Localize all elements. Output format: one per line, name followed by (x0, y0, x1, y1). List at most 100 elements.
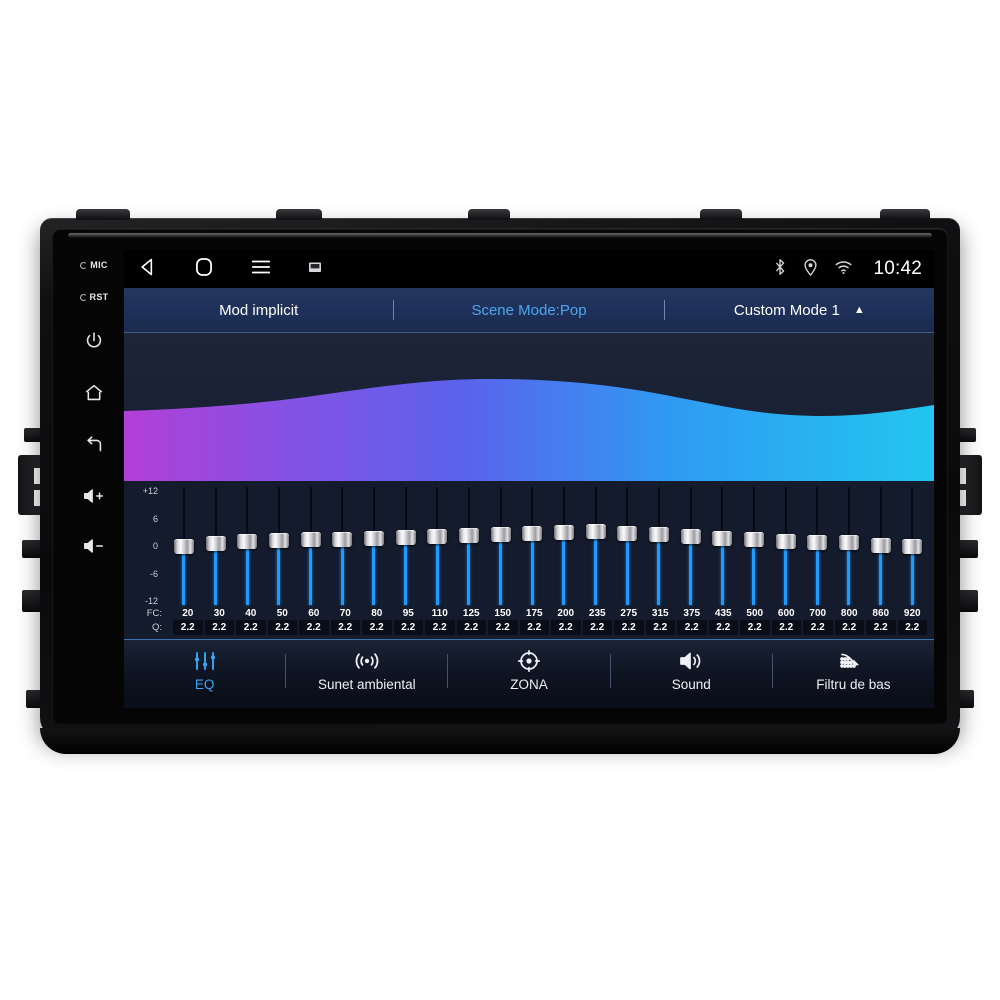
eq-band[interactable] (200, 487, 232, 605)
eq-slider[interactable] (516, 487, 548, 605)
eq-slider[interactable] (706, 487, 738, 605)
slider-knob[interactable] (490, 527, 511, 543)
eq-slider[interactable] (358, 487, 390, 605)
eq-slider[interactable] (326, 487, 358, 605)
tab-default-mode[interactable]: Mod implicit (124, 302, 393, 319)
eq-slider[interactable] (643, 487, 675, 605)
eq-band[interactable] (706, 487, 738, 605)
slider-knob[interactable] (553, 524, 574, 540)
back-button[interactable] (83, 434, 105, 456)
eq-band[interactable] (295, 487, 327, 605)
eq-band[interactable] (548, 487, 580, 605)
q-value[interactable]: 2.2 (866, 620, 896, 635)
q-value[interactable]: 2.2 (299, 620, 329, 635)
nav-tab-filtru-de-bas[interactable]: Filtru de bas (773, 650, 934, 692)
eq-band[interactable] (738, 487, 770, 605)
tab-scene-mode[interactable]: Scene Mode:Pop (394, 302, 663, 319)
eq-slider[interactable] (548, 487, 580, 605)
eq-slider[interactable] (390, 487, 422, 605)
nav-tab-zona[interactable]: ZONA (448, 649, 609, 692)
eq-slider[interactable] (896, 487, 928, 605)
eq-band[interactable] (421, 487, 453, 605)
slider-knob[interactable] (427, 529, 448, 545)
eq-slider[interactable] (865, 487, 897, 605)
chevron-up-icon[interactable]: ▲ (854, 304, 865, 316)
q-value[interactable]: 2.2 (708, 620, 738, 635)
q-value[interactable]: 2.2 (425, 620, 455, 635)
q-value[interactable]: 2.2 (551, 620, 581, 635)
q-value[interactable]: 2.2 (519, 620, 549, 635)
screenshot-icon[interactable] (308, 260, 322, 279)
eq-slider[interactable] (770, 487, 802, 605)
eq-band[interactable] (611, 487, 643, 605)
eq-band[interactable] (168, 487, 200, 605)
eq-slider[interactable] (801, 487, 833, 605)
eq-band[interactable] (865, 487, 897, 605)
q-value[interactable]: 2.2 (677, 620, 707, 635)
q-value[interactable]: 2.2 (173, 620, 203, 635)
eq-band[interactable] (833, 487, 865, 605)
slider-knob[interactable] (680, 529, 701, 545)
eq-band[interactable] (453, 487, 485, 605)
eq-slider[interactable] (453, 487, 485, 605)
eq-slider[interactable] (200, 487, 232, 605)
power-button[interactable] (83, 330, 105, 352)
slider-knob[interactable] (775, 533, 796, 549)
slider-knob[interactable] (522, 526, 543, 542)
eq-slider[interactable] (295, 487, 327, 605)
nav-tab-sunet-ambiental[interactable]: Sunet ambiental (286, 650, 447, 692)
tab-custom-mode[interactable]: Custom Mode 1 ▲ (665, 302, 934, 319)
mic-key[interactable]: MIC (80, 260, 107, 270)
slider-knob[interactable] (617, 525, 638, 541)
eq-slider[interactable] (263, 487, 295, 605)
eq-band[interactable] (643, 487, 675, 605)
slider-knob[interactable] (205, 536, 226, 552)
q-value[interactable]: 2.2 (488, 620, 518, 635)
slider-knob[interactable] (268, 533, 289, 549)
home-button[interactable] (83, 382, 105, 404)
q-value[interactable]: 2.2 (645, 620, 675, 635)
eq-band[interactable] (263, 487, 295, 605)
slider-knob[interactable] (743, 532, 764, 548)
eq-slider[interactable] (168, 487, 200, 605)
slider-knob[interactable] (458, 528, 479, 544)
q-value[interactable]: 2.2 (236, 620, 266, 635)
eq-band[interactable] (801, 487, 833, 605)
slider-knob[interactable] (870, 537, 891, 553)
rst-key[interactable]: RST (79, 292, 109, 302)
q-value[interactable]: 2.2 (834, 620, 864, 635)
eq-band[interactable] (896, 487, 928, 605)
q-value[interactable]: 2.2 (362, 620, 392, 635)
q-value[interactable]: 2.2 (393, 620, 423, 635)
eq-band[interactable] (770, 487, 802, 605)
eq-slider[interactable] (675, 487, 707, 605)
eq-band[interactable] (675, 487, 707, 605)
q-value[interactable]: 2.2 (456, 620, 486, 635)
slider-knob[interactable] (332, 531, 353, 547)
q-value[interactable]: 2.2 (330, 620, 360, 635)
q-value[interactable]: 2.2 (614, 620, 644, 635)
eq-band[interactable] (580, 487, 612, 605)
eq-slider[interactable] (833, 487, 865, 605)
eq-band[interactable] (390, 487, 422, 605)
eq-slider[interactable] (611, 487, 643, 605)
q-value[interactable]: 2.2 (803, 620, 833, 635)
nav-tab-eq[interactable]: EQ (124, 650, 285, 692)
slider-knob[interactable] (838, 535, 859, 551)
eq-slider[interactable] (485, 487, 517, 605)
eq-slider[interactable] (421, 487, 453, 605)
eq-slider[interactable] (580, 487, 612, 605)
slider-knob[interactable] (807, 534, 828, 550)
eq-band[interactable] (485, 487, 517, 605)
home-icon[interactable] (194, 256, 214, 283)
eq-band[interactable] (326, 487, 358, 605)
eq-band[interactable] (358, 487, 390, 605)
slider-knob[interactable] (395, 529, 416, 545)
eq-band[interactable] (516, 487, 548, 605)
slider-knob[interactable] (363, 530, 384, 546)
q-value[interactable]: 2.2 (771, 620, 801, 635)
slider-knob[interactable] (300, 532, 321, 548)
nav-tab-sound[interactable]: Sound (611, 650, 772, 692)
q-value[interactable]: 2.2 (897, 620, 927, 635)
eq-slider[interactable] (231, 487, 263, 605)
